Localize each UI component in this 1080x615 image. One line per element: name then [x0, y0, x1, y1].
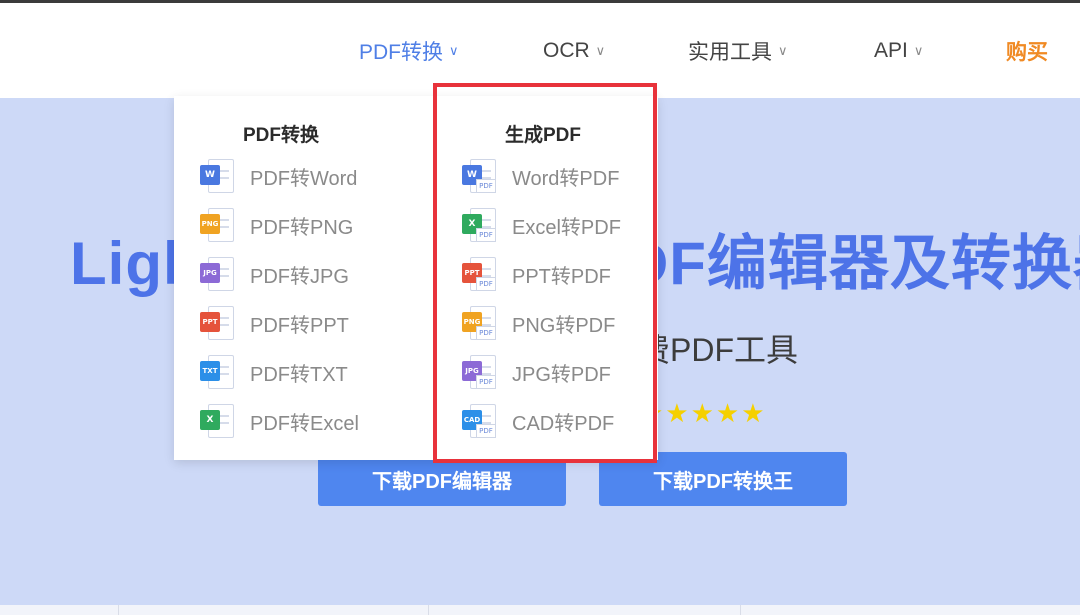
excel-icon: X — [200, 404, 234, 438]
nav-label: OCR — [543, 38, 590, 62]
nav-tools[interactable]: 实用工具 ∨ — [688, 3, 788, 98]
nav-label: 实用工具 — [688, 40, 772, 64]
chevron-down-icon: ∨ — [595, 42, 606, 58]
menu-item-label: PDF转Word — [250, 167, 358, 190]
nav-buy-link[interactable]: 购买 — [1006, 3, 1048, 98]
menu-item-label: PDF转JPG — [250, 265, 349, 288]
divider — [118, 605, 119, 615]
chevron-down-icon: ∨ — [913, 42, 924, 58]
divider — [740, 605, 741, 615]
menu-item[interactable]: PPT PDF转PPT — [200, 303, 349, 343]
column-title-pdf-convert: PDF转换 — [243, 125, 320, 146]
menu-item-label: PDF转TXT — [250, 363, 348, 386]
jpg-icon: JPG — [200, 257, 234, 291]
bottom-strip — [0, 605, 1080, 615]
menu-item[interactable]: X PDF转Excel — [200, 401, 359, 441]
chevron-down-icon: ∨ — [449, 42, 459, 58]
menu-item[interactable]: W PDF转Word — [200, 156, 357, 196]
rating-stars: ★★★★★ — [640, 398, 767, 428]
menu-item-label: PDF转PPT — [250, 314, 349, 337]
word-icon: W — [200, 159, 234, 193]
nav-label: PDF转换 — [359, 40, 443, 64]
chevron-down-icon: ∨ — [778, 42, 788, 58]
menu-item[interactable]: TXT PDF转TXT — [200, 352, 348, 392]
nav-label: API — [874, 38, 908, 62]
txt-icon: TXT — [200, 355, 234, 389]
menu-item[interactable]: JPG PDF转JPG — [200, 254, 349, 294]
divider — [428, 605, 429, 615]
menu-item-label: PDF转Excel — [250, 412, 359, 435]
ppt-icon: PPT — [200, 306, 234, 340]
nav-api[interactable]: API ∨ — [874, 3, 923, 98]
menu-item[interactable]: PNG PDF转PNG — [200, 205, 353, 245]
menu-item-label: PDF转PNG — [250, 216, 354, 239]
highlight-box — [433, 83, 657, 463]
png-icon: PNG — [200, 208, 234, 242]
